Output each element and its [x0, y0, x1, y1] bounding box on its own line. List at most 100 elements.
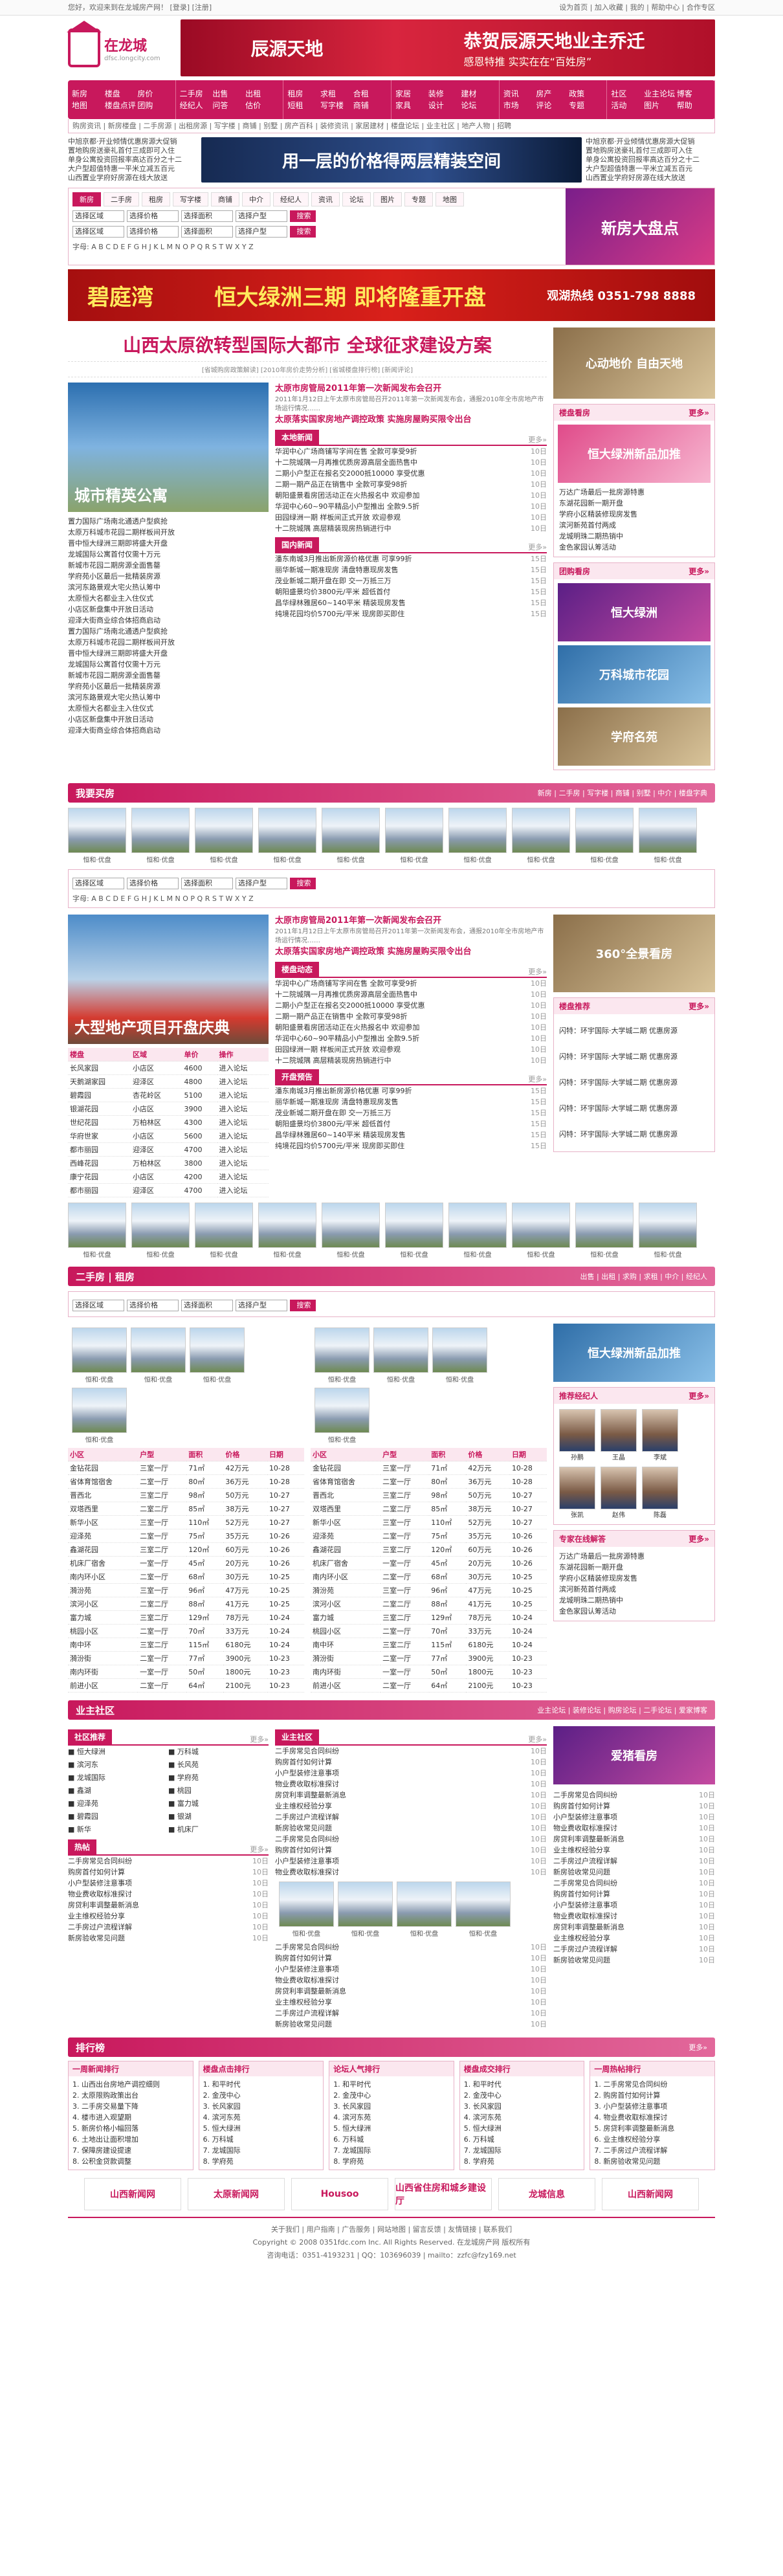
listing-thumb[interactable]: 恒和·优盘 [72, 1327, 127, 1384]
list-item[interactable]: 购房首付如何计算 10日 [275, 1953, 547, 1964]
list-item[interactable]: 东湖花园新一期开盘 [559, 498, 709, 509]
ad-left-links[interactable]: 中旭京都·开业倾情优惠房源大促销 置地购房送豪礼首付三成即可入住 单身公寓投资回报率… [68, 137, 197, 183]
rank-item[interactable]: 3. 长风家园 [464, 2101, 580, 2112]
agent[interactable]: 陈磊 [642, 1467, 678, 1519]
list-item[interactable]: 业主维权经验分享 10日 [275, 1997, 547, 2008]
list-item[interactable]: 业主维权经验分享 10日 [553, 1933, 715, 1944]
community-ad[interactable]: 爱猪看房 [553, 1726, 715, 1784]
buy-news-title[interactable]: 太原市房管局2011年第一次新闻发布会召开 [275, 915, 547, 927]
table-row[interactable]: 晋西北 三室二厅 98㎡ 50万元 10-27 [68, 1488, 304, 1502]
list-item[interactable]: 小店区新盘集中开放日活动 [68, 604, 269, 615]
listing-thumb[interactable]: 恒和·优盘 [322, 808, 380, 864]
right-ad-3[interactable]: 恒大绿洲新品加推 [553, 1324, 715, 1382]
listing-thumb[interactable]: 恒和·优盘 [279, 1882, 334, 1938]
wide-banner-ad[interactable]: 碧庭湾 恒大绿洲三期 即将隆重开盘 观湖热线 0351-798 8888 [68, 269, 715, 321]
search-button[interactable]: 搜索 [290, 878, 316, 889]
table-row[interactable]: 前进小区 二室一厅 64㎡ 2100元 10-23 [311, 1678, 547, 1693]
nav-item[interactable]: 图片 [644, 100, 677, 111]
right-ad-2[interactable]: 恒大绿洲新品加推 [558, 425, 711, 483]
list-item[interactable]: 滨河东路景观大宅火热认筹中 [68, 692, 269, 703]
rank-item[interactable]: 5. 恒大绿洲 [464, 2123, 580, 2134]
nav-item[interactable]: 设计 [428, 100, 461, 111]
listing-thumb[interactable]: 恒和·优盘 [385, 1203, 443, 1259]
nav-item[interactable]: 求租 [320, 88, 353, 100]
ad-link[interactable]: 单身公寓投资回报率高达百分之十二 [68, 155, 197, 164]
table-row[interactable]: 鑫湖花园 三室二厅 120㎡ 60万元 10-26 [311, 1542, 547, 1557]
agent[interactable]: 王晶 [601, 1409, 637, 1461]
list-item[interactable]: 金色家园认筹活动 [559, 1606, 709, 1617]
select-box[interactable]: 选择面积 [181, 1300, 233, 1311]
list-item[interactable]: 华润中心广场商铺写字间在售 全款可享受9折 10日 [275, 978, 547, 989]
table-row[interactable]: 迎泽苑 二室一厅 75㎡ 35万元 10-26 [311, 1529, 547, 1543]
list-item[interactable]: 闪特：环宇国际·大学城二期 优惠房源 [559, 1044, 709, 1070]
table-row[interactable]: 晋西北 三室二厅 98㎡ 50万元 10-27 [311, 1488, 547, 1502]
nav-item[interactable]: 写字楼 [320, 100, 353, 111]
board-link[interactable]: ■ 滨河东 [68, 1759, 168, 1771]
table-row[interactable]: 南中环 三室二厅 115㎡ 6180元 10-24 [311, 1638, 547, 1652]
letter-index[interactable]: 字母: A B C D E F G H J K L M N O P Q R S … [72, 241, 562, 252]
second-news-title[interactable]: 太原落实国家房地产调控政策 实施房屋购买限令出台 [275, 414, 547, 427]
list-item[interactable]: 购房首付如何计算 10日 [553, 1889, 715, 1900]
nav-item[interactable]: 装修 [428, 88, 461, 100]
list-item[interactable]: 潘东南城3月推出新房源价格优惠 可享99折 15日 [275, 1085, 547, 1096]
rank-item[interactable]: 2. 金茂中心 [333, 2090, 450, 2101]
list-item[interactable]: 龙城国际公寓首付仅需十万元 [68, 549, 269, 560]
list-item[interactable]: 龙城国际公寓首付仅需十万元 [68, 659, 269, 670]
table-row[interactable]: 南内环街 一室一厅 50㎡ 1800元 10-23 [68, 1665, 304, 1679]
headline-sub[interactable]: [省城购房政策解读] [2010年房价走势分析] [省城楼盘排行榜] [新闻评论… [68, 362, 547, 377]
partner-logo[interactable]: 太原新闻网 [188, 2178, 285, 2210]
table-row[interactable]: 都市丽园 迎泽区 4700 进入论坛 [68, 1183, 269, 1197]
table-row[interactable]: 金钻花园 三室一厅 71㎡ 42万元 10-28 [68, 1461, 304, 1475]
listing-thumb[interactable]: 恒和·优盘 [448, 1203, 507, 1259]
listing-thumb[interactable]: 恒和·优盘 [338, 1882, 393, 1938]
rank-item[interactable]: 5. 恒大绿洲 [333, 2123, 450, 2134]
listing-thumb[interactable]: 恒和·优盘 [258, 1203, 316, 1259]
nav-item[interactable]: 评论 [536, 100, 569, 111]
agent[interactable]: 孙鹏 [559, 1409, 595, 1461]
rank-item[interactable]: 3. 长风家园 [203, 2101, 320, 2112]
listing-thumb[interactable]: 恒和·优盘 [68, 808, 126, 864]
table-row[interactable]: 金钻花园 三室一厅 71㎡ 42万元 10-28 [311, 1461, 547, 1475]
list-item[interactable]: 新房验收常见问题 10日 [553, 1867, 715, 1878]
table-row[interactable]: 漪汾苑 三室一厅 96㎡ 47万元 10-25 [68, 1583, 304, 1597]
table-row[interactable]: 桃园小区 二室一厅 70㎡ 33万元 10-24 [311, 1624, 547, 1638]
list-item[interactable]: 新城市花园二期房源全面售罄 [68, 670, 269, 681]
table-row[interactable]: 南内环小区 二室一厅 68㎡ 30万元 10-25 [68, 1570, 304, 1584]
buy-links[interactable]: 新房 | 二手房 | 写字楼 | 商铺 | 别墅 | 中介 | 楼盘字典 [538, 788, 707, 798]
nav-item[interactable]: 业主论坛 [644, 88, 677, 100]
rank-item[interactable]: 2. 金茂中心 [464, 2090, 580, 2101]
listing-thumb[interactable]: 恒和·优盘 [512, 808, 570, 864]
board-link[interactable]: ■ 学府苑 [168, 1771, 269, 1784]
nav-item[interactable]: 商铺 [353, 100, 386, 111]
listing-thumb[interactable]: 恒和·优盘 [639, 808, 697, 864]
ad-link[interactable]: 置地购房送豪礼首付三成即可入住 [68, 146, 197, 155]
list-item[interactable]: 晋中恒大绿洲三期即将盛大开盘 [68, 648, 269, 659]
rank-item[interactable]: 3. 长风家园 [333, 2101, 450, 2112]
search-button[interactable]: 搜索 [290, 210, 316, 222]
list-item[interactable]: 昌华绿林雅居60~140平米 精装现房发售 15日 [275, 1129, 547, 1140]
list-item[interactable]: 二手房过户流程详解 10日 [553, 1856, 715, 1867]
listing-thumb[interactable]: 恒和·优盘 [68, 1203, 126, 1259]
table-row[interactable]: 滨河小区 二室二厅 88㎡ 41万元 10-25 [311, 1597, 547, 1611]
list-item[interactable]: 小户型装修注意事项 10日 [553, 1900, 715, 1911]
headline[interactable]: 山西太原欲转型国际大都市 全球征求建设方案 [68, 328, 547, 362]
list-item[interactable]: 茂业新城二期开盘在即 交一万抵三万 15日 [275, 575, 547, 586]
list-item[interactable]: 十二院城隅一月再推优质房源高层全面热售中 10日 [275, 457, 547, 468]
list-item[interactable]: 晋中恒大绿洲三期即将盛大开盘 [68, 538, 269, 549]
nav-item[interactable]: 论坛 [461, 100, 494, 111]
search-tab[interactable]: 图片 [373, 192, 402, 206]
list-item[interactable]: 业主维权经验分享 10日 [68, 1911, 269, 1922]
list-item[interactable]: 闪特：环宇国际·大学城二期 优惠房源 [559, 1122, 709, 1148]
list-item[interactable]: 物业费收取标准探讨 10日 [275, 1975, 547, 1986]
list-item[interactable]: 物业费收取标准探讨 10日 [553, 1911, 715, 1922]
rank-item[interactable]: 2. 购房首付如何计算 [594, 2090, 711, 2101]
list-item[interactable]: 小店区新盘集中开放日活动 [68, 714, 269, 725]
rank-item[interactable]: 4. 滨河东苑 [464, 2112, 580, 2123]
rank-item[interactable]: 2. 太原限购政策出台 [72, 2090, 189, 2101]
ad-link[interactable]: 中旭京都·开业倾情优惠房源大促销 [586, 137, 715, 146]
table-row[interactable]: 南中环 三室二厅 115㎡ 6180元 10-24 [68, 1638, 304, 1652]
board-link[interactable]: ■ 长风苑 [168, 1759, 269, 1771]
nav-item[interactable]: 家具 [395, 100, 428, 111]
list-item[interactable]: 十二院城隅 高层精装现房热销进行中 10日 [275, 1055, 547, 1066]
list-item[interactable]: 房贷利率调整最新消息 10日 [275, 1986, 547, 1997]
